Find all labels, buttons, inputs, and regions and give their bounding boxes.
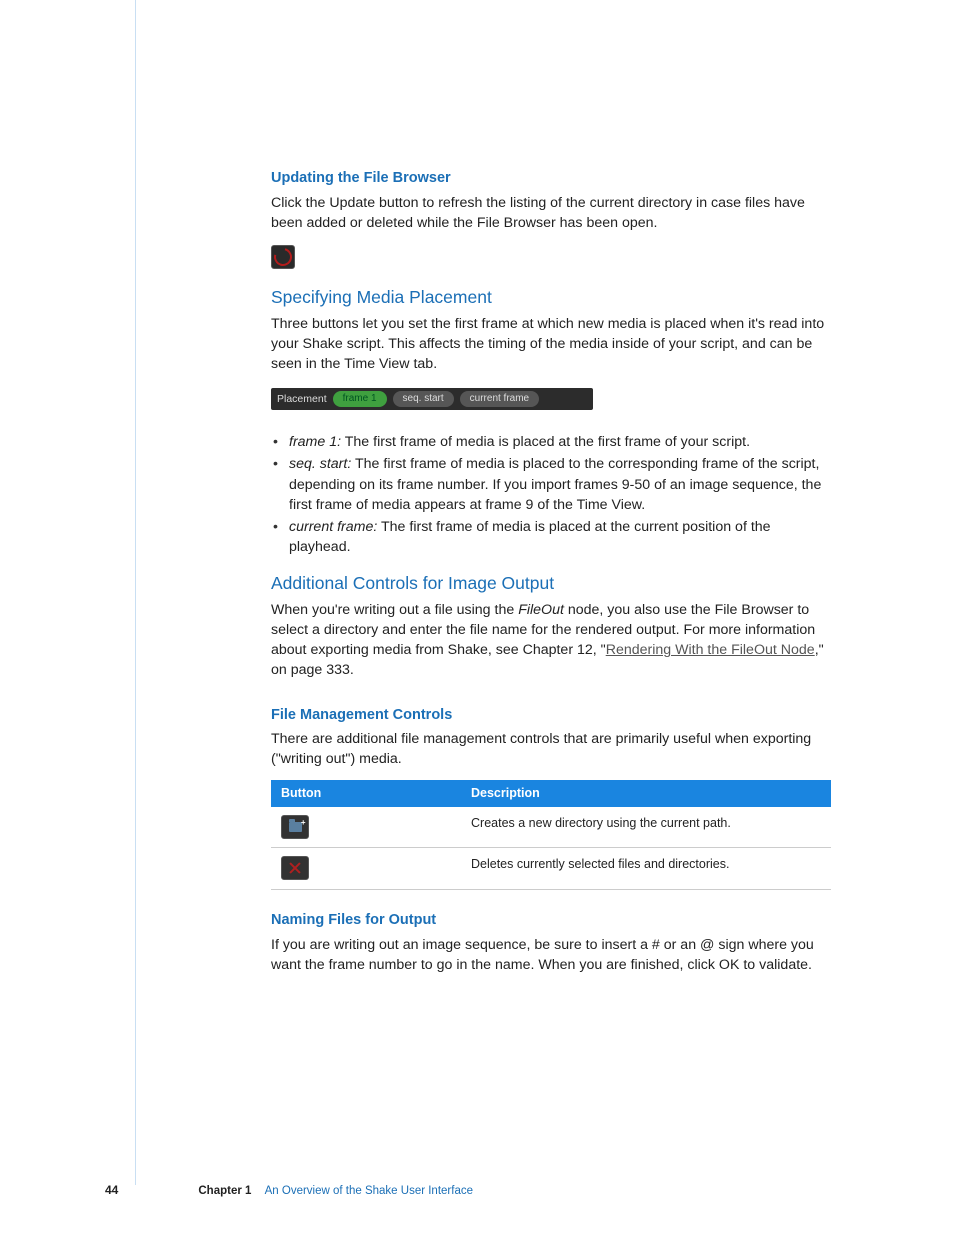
bullet-frame1: frame 1: The first frame of media is pla… xyxy=(271,432,836,452)
paragraph-naming: If you are writing out an image sequence… xyxy=(271,935,836,975)
placement-label: Placement xyxy=(277,392,327,407)
file-management-table: Button Description Creates a new directo… xyxy=(271,780,831,891)
placement-toolbar: Placement frame 1 seq. start current fra… xyxy=(271,388,593,410)
heading-naming-files: Naming Files for Output xyxy=(271,910,836,931)
page-number: 44 xyxy=(105,1182,118,1199)
page-column: Updating the File Browser Click the Upda… xyxy=(135,0,916,1185)
heading-additional-controls: Additional Controls for Image Output xyxy=(271,571,836,596)
heading-updating-file-browser: Updating the File Browser xyxy=(271,168,836,189)
paragraph-updating: Click the Update button to refresh the l… xyxy=(271,193,836,233)
placement-frame1-button[interactable]: frame 1 xyxy=(333,391,387,407)
link-rendering-fileout[interactable]: Rendering With the FileOut Node xyxy=(606,642,815,658)
table-header-button: Button xyxy=(271,780,461,808)
bullet-seqstart: seq. start: The first frame of media is … xyxy=(271,454,836,514)
table-cell-desc: Creates a new directory using the curren… xyxy=(461,807,831,848)
heading-specifying-media-placement: Specifying Media Placement xyxy=(271,285,836,310)
placement-currentframe-button[interactable]: current frame xyxy=(460,391,539,407)
placement-seqstart-button[interactable]: seq. start xyxy=(393,391,454,407)
table-row: Deletes currently selected files and dir… xyxy=(271,848,831,890)
table-header-description: Description xyxy=(461,780,831,808)
table-row: Creates a new directory using the curren… xyxy=(271,807,831,848)
placement-bullet-list: frame 1: The first frame of media is pla… xyxy=(271,432,836,557)
delete-icon xyxy=(281,856,309,880)
paragraph-placement: Three buttons let you set the first fram… xyxy=(271,314,836,374)
paragraph-output: When you're writing out a file using the… xyxy=(271,600,836,681)
refresh-icon xyxy=(271,245,295,269)
bullet-currentframe: current frame: The first frame of media … xyxy=(271,517,836,557)
new-folder-icon xyxy=(281,815,309,839)
table-cell-desc: Deletes currently selected files and dir… xyxy=(461,848,831,890)
chapter-footer: Chapter 1 An Overview of the Shake User … xyxy=(198,1183,473,1199)
content-area: Updating the File Browser Click the Upda… xyxy=(136,0,836,975)
page-footer: 44 Chapter 1 An Overview of the Shake Us… xyxy=(105,1182,473,1199)
heading-file-management-controls: File Management Controls xyxy=(271,705,836,726)
paragraph-filemgmt: There are additional file management con… xyxy=(271,729,836,769)
